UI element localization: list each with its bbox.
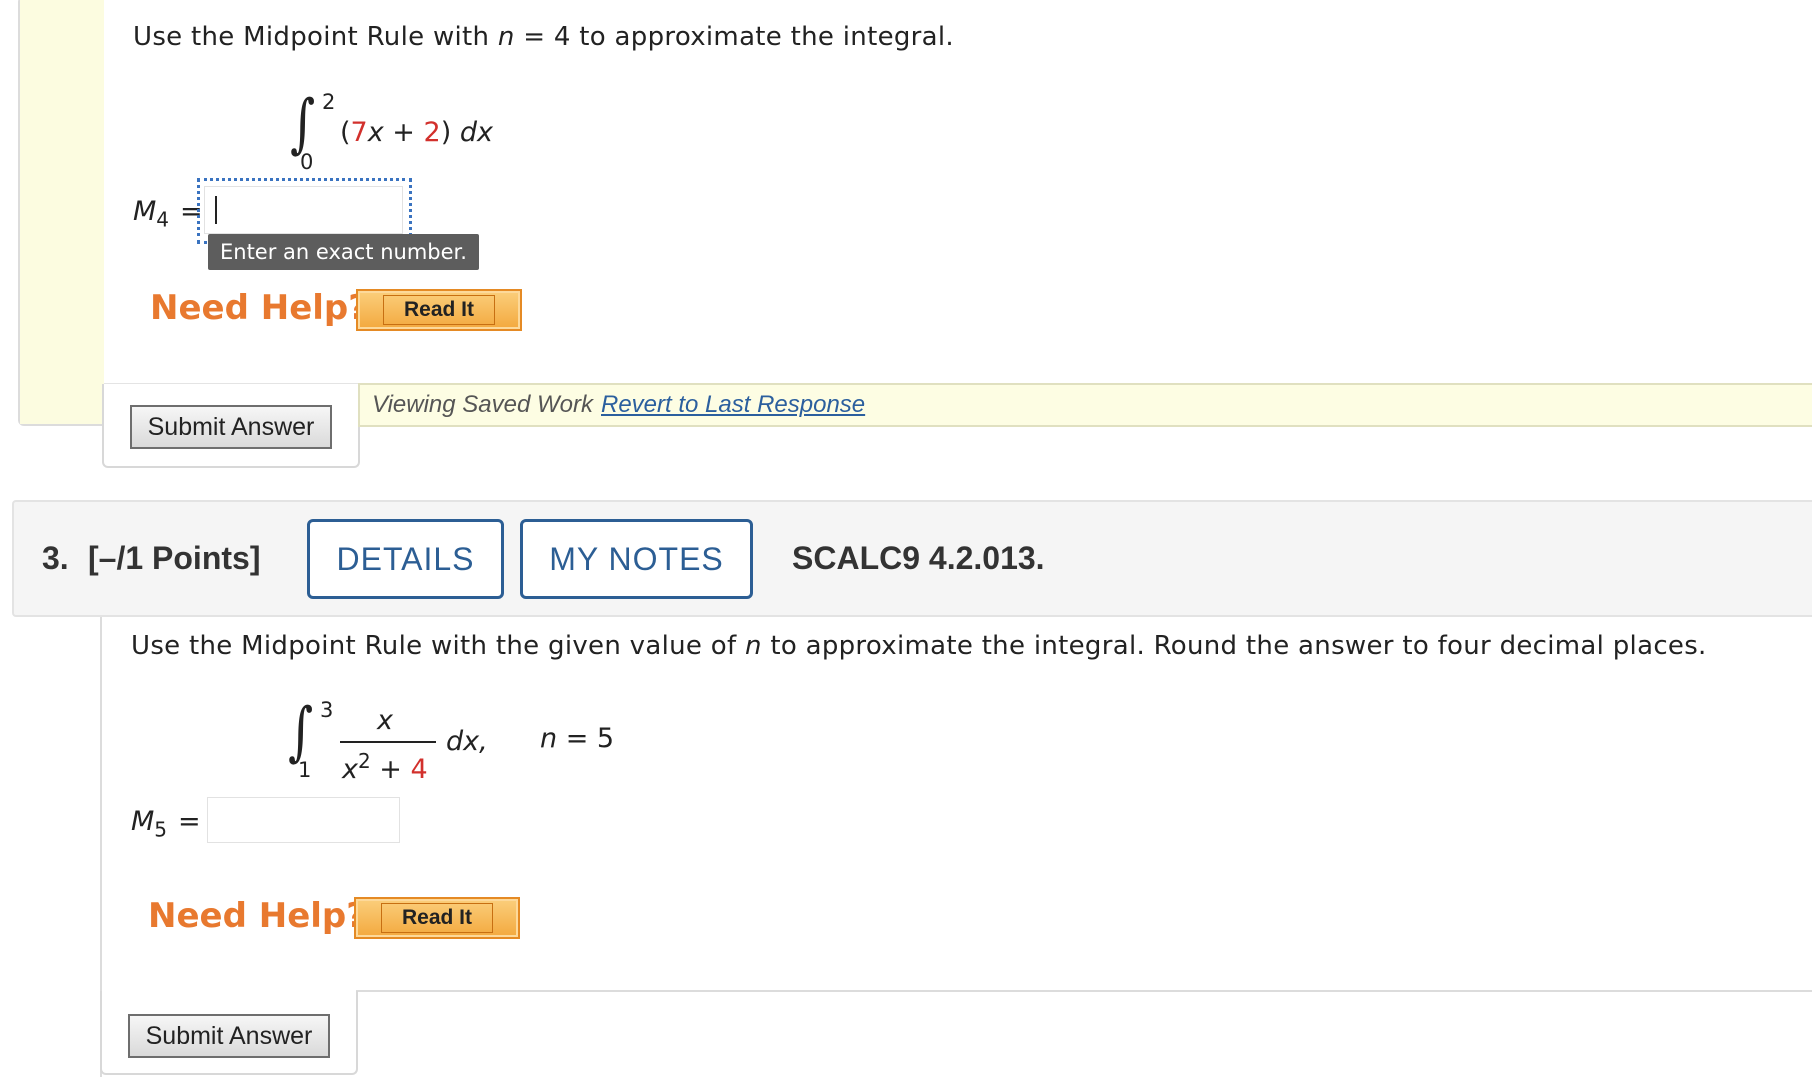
plus-sign: + <box>383 117 424 148</box>
answer-label-letter: M <box>131 806 155 837</box>
read-it-button[interactable]: Read It <box>356 289 522 331</box>
saved-work-text: Viewing Saved Work <box>372 391 593 418</box>
saved-work-bar: Viewing Saved Work Revert to Last Respons… <box>358 383 1812 427</box>
answer-label: M4 <box>133 196 169 231</box>
paren-open: ( <box>340 117 351 148</box>
prompt-text: Use the Midpoint Rule with <box>133 22 498 52</box>
denominator-exponent: 2 <box>357 749 371 773</box>
need-help-label: Need Help? <box>150 288 368 328</box>
differential: dx <box>459 117 493 148</box>
input-hint-tooltip: Enter an exact number. <box>208 234 479 270</box>
read-it-label: Read It <box>382 295 495 325</box>
fraction-denominator: x2 + 4 <box>342 749 428 785</box>
prompt-text-end: to approximate the integral. Round the a… <box>761 631 1707 661</box>
prompt-variable: n <box>497 22 515 52</box>
differential: dx, <box>446 726 488 757</box>
divider <box>356 990 1812 992</box>
answer-label-subscript: 5 <box>154 817 168 842</box>
question-number: 3. <box>42 540 69 576</box>
question-2-status-strip <box>20 0 104 424</box>
integral-upper-limit: 3 <box>320 698 334 722</box>
n-value: n = 5 <box>540 723 614 754</box>
submit-answer-button[interactable]: Submit Answer <box>130 405 332 449</box>
integral-sign: ∫ <box>290 87 316 161</box>
integral-upper-limit: 2 <box>322 90 336 114</box>
prompt-text-end: = 4 to approximate the integral. <box>514 22 954 52</box>
prompt-text: Use the Midpoint Rule with the given val… <box>131 631 745 661</box>
answer-input[interactable] <box>204 186 403 234</box>
fraction-bar <box>340 741 436 743</box>
coefficient: 7 <box>350 117 368 148</box>
answer-label-letter: M <box>133 196 157 227</box>
fraction-numerator: x <box>377 705 393 736</box>
paren-close: ) <box>440 117 452 148</box>
integral-sign: ∫ <box>288 695 314 769</box>
submit-answer-button[interactable]: Submit Answer <box>128 1014 330 1058</box>
question-points: [–/1 Points] <box>88 540 261 576</box>
denominator-variable: x <box>342 754 358 785</box>
constant: 2 <box>423 117 441 148</box>
n-label: n <box>540 723 558 754</box>
answer-label: M5 <box>131 806 167 841</box>
equals-sign: = <box>178 806 201 837</box>
prompt-variable: n <box>744 631 762 661</box>
my-notes-button[interactable]: MY NOTES <box>520 519 753 599</box>
revert-link[interactable]: Revert to Last Response <box>601 391 865 419</box>
read-it-label: Read It <box>380 903 493 933</box>
plus-sign: + <box>370 754 411 785</box>
answer-label-subscript: 4 <box>156 207 170 232</box>
variable: x <box>367 117 384 148</box>
need-help-label: Need Help? <box>148 896 366 936</box>
n-number: = 5 <box>557 723 615 754</box>
text-caret <box>215 196 217 224</box>
answer-input[interactable] <box>207 797 400 843</box>
question-2-prompt: Use the Midpoint Rule with n = 4 to appr… <box>133 22 954 52</box>
question-3-prompt: Use the Midpoint Rule with the given val… <box>131 631 1707 661</box>
denominator-constant: 4 <box>410 754 428 785</box>
integral-lower-limit: 1 <box>298 758 312 782</box>
integral-lower-limit: 0 <box>300 150 314 174</box>
read-it-button[interactable]: Read It <box>354 897 520 939</box>
question-code: SCALC9 4.2.013. <box>792 540 1045 576</box>
details-button[interactable]: DETAILS <box>307 519 504 599</box>
integrand: (7x + 2) dx <box>340 117 493 148</box>
